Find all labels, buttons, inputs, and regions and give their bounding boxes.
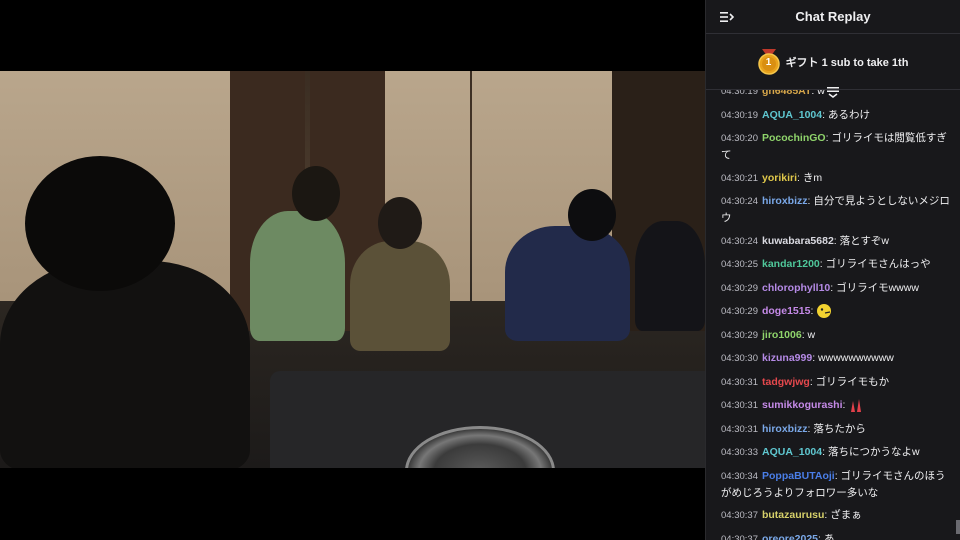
message-username[interactable]: sumikkogurashi — [762, 399, 843, 411]
message-timestamp: 04:30:33 — [721, 447, 758, 458]
message-timestamp: 04:30:31 — [721, 376, 758, 388]
message-username[interactable]: kuwabara5682 — [762, 235, 834, 247]
person-head — [292, 166, 340, 221]
chat-message: 04:30:37 oreore2025: あ — [721, 531, 951, 540]
gift-announcement[interactable]: 1 ギフト 1 sub to take 1th — [706, 34, 960, 98]
chat-message: 04:30:24 kuwabara5682: 落とすぞw — [721, 233, 951, 250]
message-username[interactable]: tadgwjwg — [762, 376, 810, 388]
chat-message: 04:30:31 hiroxbizz: 落ちたから — [721, 421, 951, 438]
message-username[interactable]: PoppaBUTAoji — [762, 470, 835, 482]
video-player[interactable] — [0, 0, 705, 540]
message-text: w — [807, 328, 816, 341]
chat-message: 04:30:29 doge1515: — [721, 303, 951, 320]
message-text: 落とすぞw — [839, 234, 889, 247]
chat-message: 04:30:24 hiroxbizz: 自分で見ようとしないメジロウ — [721, 193, 951, 226]
message-username[interactable]: hiroxbizz — [762, 195, 808, 207]
message-timestamp: 04:30:25 — [721, 259, 758, 270]
message-text: 落ちにつかうなよw — [827, 446, 920, 458]
message-username[interactable]: jiro1006 — [762, 329, 802, 341]
message-username[interactable]: yorikiri — [762, 172, 797, 184]
message-timestamp: 04:30:24 — [721, 196, 758, 207]
message-text: あ — [823, 532, 835, 540]
person-masked — [505, 226, 630, 341]
hands-emote-icon — [848, 397, 864, 413]
chat-title: Chat Replay — [795, 9, 871, 24]
chat-message: 04:30:21 yorikiri: きm — [721, 170, 951, 187]
face-emote-icon — [816, 303, 832, 319]
person-mask — [568, 189, 616, 241]
message-timestamp: 04:30:19 — [721, 109, 758, 121]
message-timestamp: 04:30:37 — [721, 533, 758, 540]
chat-replay-panel: Chat Replay 1 ギフト 1 sub to take 1th 04:3… — [705, 0, 960, 540]
chat-message: 04:30:29 chlorophyll10: ゴリライモwwww — [721, 280, 951, 297]
chat-message: 04:30:31 sumikkogurashi: — [721, 397, 951, 414]
chat-message: 04:30:30 kizuna999: wwwwwwwwww — [721, 350, 951, 367]
message-text: ざまぁ — [830, 509, 862, 521]
chat-header: Chat Replay — [706, 0, 960, 34]
chat-message: 04:30:33 AQUA_1004: 落ちにつかうなよw — [721, 444, 951, 461]
message-username[interactable]: oreore2025 — [762, 533, 818, 540]
message-username[interactable]: butazaurusu — [762, 509, 824, 521]
message-username[interactable]: kandar1200 — [762, 258, 820, 270]
message-timestamp: 04:30:31 — [721, 400, 758, 411]
message-text: あるわけ — [827, 108, 870, 121]
message-username[interactable]: kizuna999 — [762, 352, 812, 364]
message-text: ゴリライモwwww — [836, 281, 919, 294]
gift-badge-icon: 1 — [757, 48, 780, 75]
gift-badge-number: 1 — [765, 56, 772, 68]
message-timestamp: 04:30:20 — [721, 133, 758, 144]
message-text: w — [817, 90, 825, 97]
message-text: wwwwwwwwww — [818, 352, 894, 364]
message-timestamp: 04:30:24 — [721, 235, 758, 247]
chat-message: 04:30:25 kandar1200: ゴリライモさんはっや — [721, 256, 951, 273]
message-text: きm — [802, 171, 823, 184]
person-head — [378, 197, 422, 249]
message-timestamp: 04:30:21 — [721, 172, 758, 184]
message-timestamp: 04:30:29 — [721, 329, 758, 341]
collapse-chat-icon[interactable] — [720, 10, 736, 24]
gift-text: ギフト 1 sub to take 1th — [785, 56, 909, 69]
message-username[interactable]: hiroxbizz — [762, 423, 808, 435]
person-foreground — [0, 261, 250, 468]
message-username[interactable]: doge1515 — [762, 305, 810, 317]
chat-message: 04:30:19 gh6485AT: w — [721, 90, 951, 100]
message-timestamp: 04:30:34 — [721, 470, 758, 482]
message-timestamp: 04:30:37 — [721, 510, 758, 521]
message-text: ゴリライモもか — [815, 375, 890, 388]
message-timestamp: 04:30:31 — [721, 423, 758, 435]
scrollbar-handle[interactable] — [956, 520, 960, 534]
chat-message: 04:30:19 AQUA_1004: あるわけ — [721, 107, 951, 124]
message-text: 落ちたから — [813, 422, 866, 435]
message-username[interactable]: AQUA_1004 — [762, 446, 822, 458]
chat-message: 04:30:20 PocochinGO: ゴリライモは閲覧低すぎて — [721, 130, 951, 163]
chat-message: 04:30:29 jiro1006: w — [721, 327, 951, 344]
person-green-shirt — [250, 211, 345, 341]
message-username[interactable]: chlorophyll10 — [762, 282, 830, 294]
video-frame[interactable] — [0, 71, 705, 468]
message-timestamp: 04:30:29 — [721, 282, 758, 294]
chat-message-list[interactable]: 04:30:19 gh6485AT: w 04:30:19 AQUA_1004: ある… — [706, 90, 960, 540]
person-jacket — [350, 241, 450, 351]
person-right — [635, 221, 705, 331]
chat-message: 04:30:31 tadgwjwg: ゴリライモもか — [721, 374, 951, 391]
message-timestamp: 04:30:29 — [721, 306, 758, 317]
message-timestamp: 04:30:30 — [721, 353, 758, 364]
message-username[interactable]: PocochinGO — [762, 132, 826, 144]
chat-message: 04:30:37 butazaurusu: ざまぁ — [721, 507, 951, 524]
person-head — [25, 156, 175, 291]
message-username[interactable]: AQUA_1004 — [762, 109, 822, 121]
message-username[interactable]: gh6485AT — [762, 90, 811, 97]
message-text: ゴリライモさんはっや — [825, 258, 931, 270]
chat-message: 04:30:34 PoppaBUTAoji: ゴリライモさんのほうがめじろうよりフ… — [721, 468, 951, 501]
message-timestamp: 04:30:19 — [721, 90, 758, 97]
